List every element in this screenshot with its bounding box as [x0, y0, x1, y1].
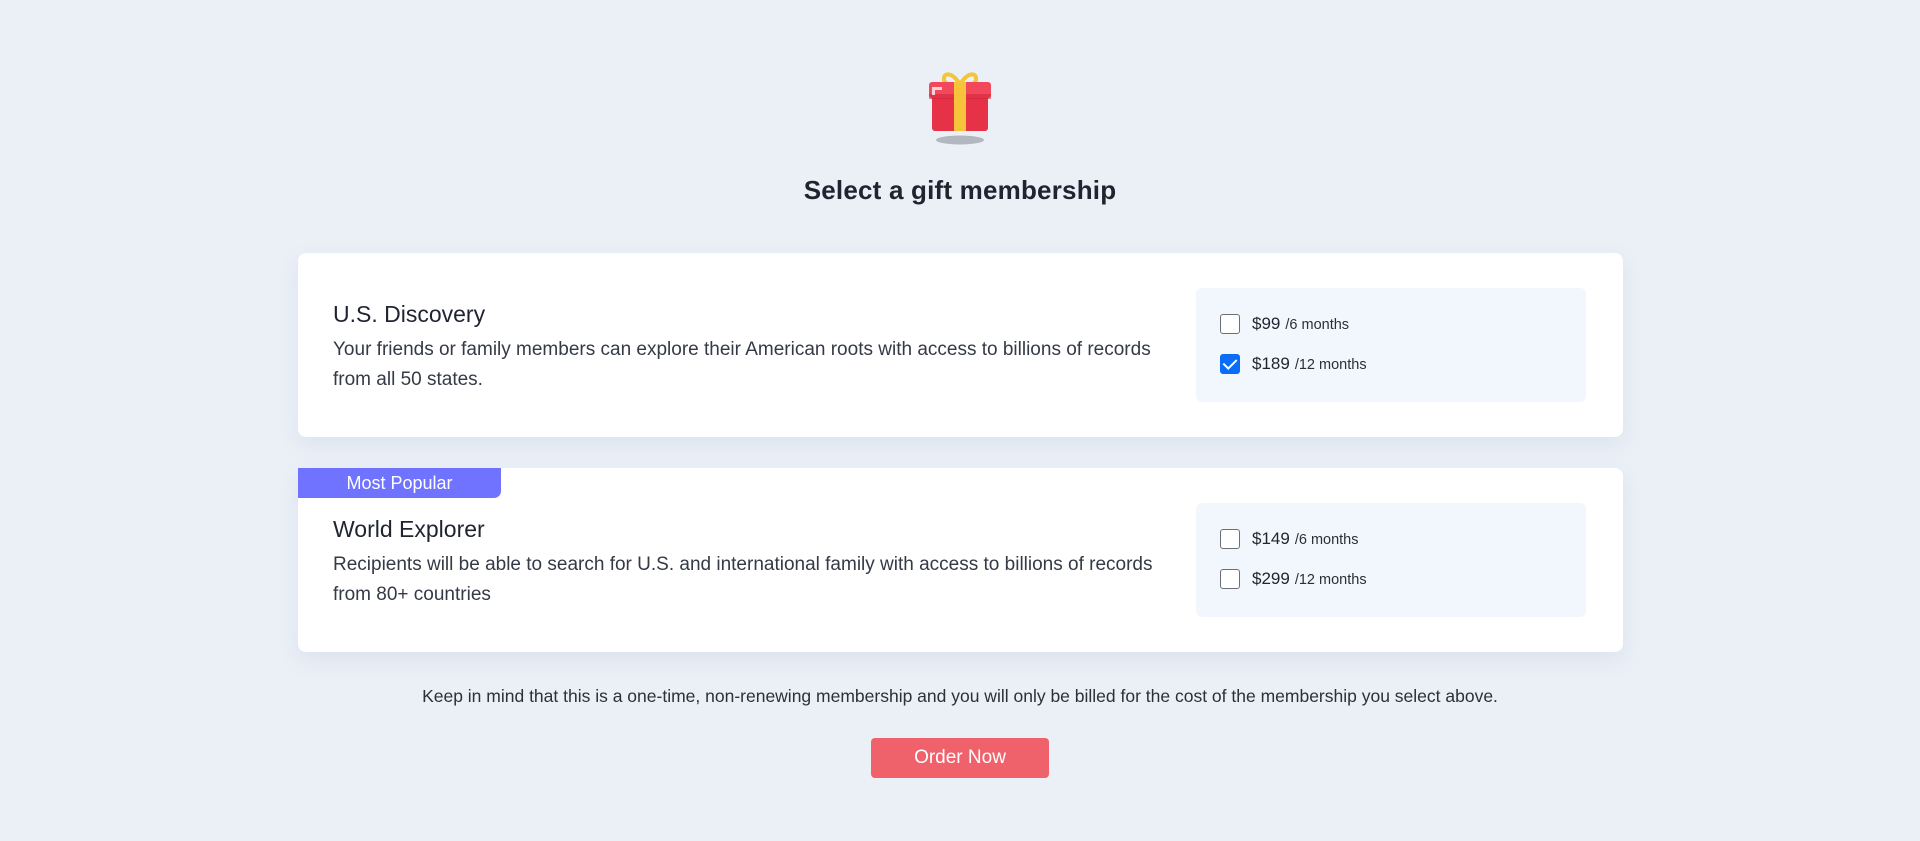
plan-card-world-explorer: Most Popular World Explorer Recipients w…	[298, 468, 1623, 652]
plan-description: Your friends or family members can explo…	[333, 339, 1151, 390]
option-term: /6 months	[1294, 532, 1359, 548]
gift-membership-page: Select a gift membership U.S. Discovery …	[0, 0, 1920, 841]
plan-description: Recipients will be able to search for U.…	[333, 554, 1153, 605]
option-term: /12 months	[1294, 357, 1367, 373]
checkbox-world-12-months[interactable]	[1220, 569, 1240, 589]
option-us-12-months[interactable]: $189 /12 months	[1220, 352, 1367, 376]
option-term: /12 months	[1294, 572, 1367, 588]
checkbox-us-6-months[interactable]	[1220, 314, 1240, 334]
option-price: $189	[1252, 354, 1290, 373]
option-world-6-months[interactable]: $149 /6 months	[1220, 527, 1359, 551]
plan-options: $99 /6 months $189 /12 months	[1196, 288, 1586, 402]
plan-name: U.S. Discovery	[333, 301, 486, 327]
order-now-button[interactable]: Order Now	[871, 738, 1049, 778]
option-us-6-months[interactable]: $99 /6 months	[1220, 312, 1349, 336]
option-price: $99	[1252, 314, 1281, 333]
option-price: $299	[1252, 569, 1290, 588]
plan-card-us-discovery: U.S. Discovery Your friends or family me…	[298, 253, 1623, 437]
checkbox-us-12-months[interactable]	[1220, 354, 1240, 374]
billing-note: Keep in mind that this is a one-time, no…	[422, 686, 1498, 706]
page-title: Select a gift membership	[803, 175, 1117, 205]
checkbox-world-6-months[interactable]	[1220, 529, 1240, 549]
option-world-12-months[interactable]: $299 /12 months	[1220, 567, 1367, 591]
option-price: $149	[1252, 529, 1290, 548]
gift-icon	[926, 68, 994, 146]
most-popular-badge: Most Popular	[298, 468, 501, 498]
plan-name: World Explorer	[333, 516, 485, 542]
option-term: /6 months	[1285, 317, 1350, 333]
plan-options: $149 /6 months $299 /12 months	[1196, 503, 1586, 617]
